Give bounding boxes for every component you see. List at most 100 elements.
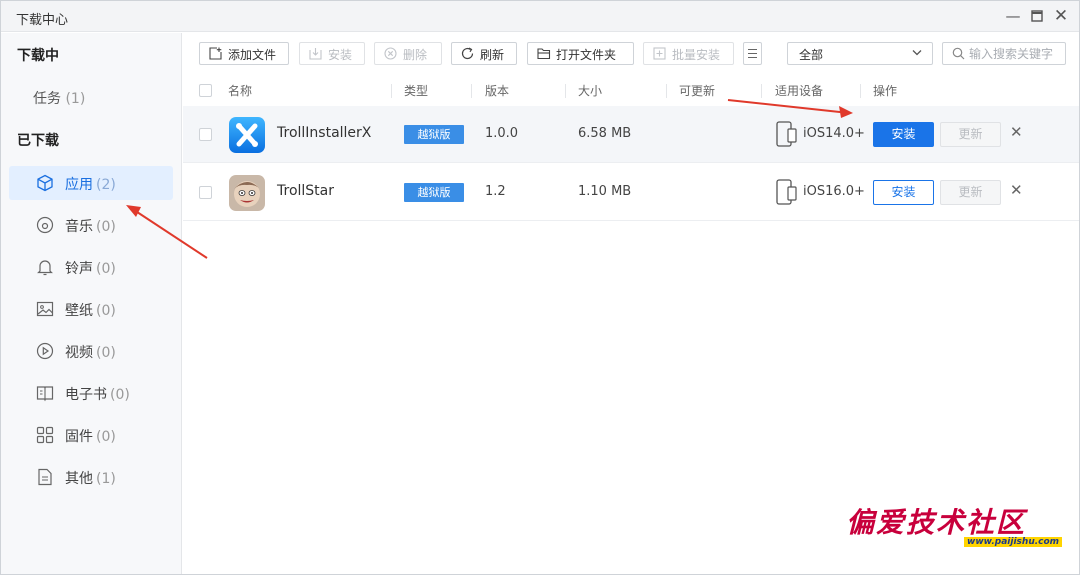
device-requirement: iOS14.0+ bbox=[803, 126, 865, 141]
update-app-button[interactable]: 更新 bbox=[940, 122, 1001, 147]
list-view-icon[interactable] bbox=[743, 42, 762, 65]
sidebar-item-apps[interactable]: 应用 (2) bbox=[9, 166, 173, 200]
column-divider bbox=[471, 84, 472, 98]
open-folder-button[interactable]: 打开文件夹 bbox=[527, 42, 634, 65]
app-version: 1.2 bbox=[485, 184, 506, 199]
device-requirement: iOS16.0+ bbox=[803, 184, 865, 199]
column-header-updatable: 可更新 bbox=[679, 84, 716, 98]
sidebar-item-count: (2) bbox=[96, 177, 116, 193]
row-checkbox[interactable] bbox=[199, 128, 212, 141]
add-file-button[interactable]: 添加文件 bbox=[199, 42, 289, 65]
chevron-down-icon bbox=[911, 46, 923, 58]
app-name: TrollInstallerX bbox=[277, 125, 372, 141]
delete-icon bbox=[384, 47, 397, 60]
downloaded-header: 已下载 bbox=[17, 133, 59, 149]
sidebar-item-label: 其他 bbox=[65, 471, 93, 487]
table-row[interactable]: TrollInstallerX 越狱版 1.0.0 6.58 MB iOS14.… bbox=[183, 106, 1079, 163]
sidebar-item-count: (0) bbox=[96, 429, 116, 445]
sidebar-item-music[interactable]: 音乐 (0) bbox=[9, 208, 173, 242]
filter-select-value: 全部 bbox=[799, 48, 824, 62]
bell-icon bbox=[36, 258, 54, 276]
remove-row-icon[interactable]: ✕ bbox=[1010, 123, 1023, 141]
maximize-icon[interactable] bbox=[1027, 6, 1047, 26]
search-input[interactable] bbox=[969, 45, 1063, 62]
file-icon bbox=[36, 468, 54, 486]
minimize-icon[interactable]: — bbox=[1003, 6, 1023, 26]
app-name: TrollStar bbox=[277, 183, 334, 199]
trollinstallerx-app-icon bbox=[229, 117, 265, 153]
watermark-title: 偏爱技术社区 bbox=[846, 506, 1027, 539]
watermark-url: www.paijishu.com bbox=[964, 537, 1063, 547]
sidebar-item-task[interactable]: 任务 (1) bbox=[33, 88, 85, 108]
title-bar: 下载中心 — ✕ bbox=[1, 1, 1079, 32]
batch-install-button[interactable]: 批量安装 bbox=[643, 42, 734, 65]
trollstar-app-icon bbox=[229, 175, 265, 211]
column-divider bbox=[565, 84, 566, 98]
watermark-logo: 偏爱技术社区 www.paijishu.com bbox=[846, 501, 1063, 557]
type-badge: 越狱版 bbox=[404, 183, 464, 202]
sidebar-item-label: 音乐 bbox=[65, 219, 93, 235]
app-version: 1.0.0 bbox=[485, 126, 519, 141]
refresh-icon bbox=[461, 47, 474, 60]
column-header-action: 操作 bbox=[873, 84, 898, 98]
delete-label: 删除 bbox=[403, 48, 428, 62]
table-row[interactable]: TrollStar 越狱版 1.2 1.10 MB iOS16.0+ 安装 更新… bbox=[183, 164, 1079, 221]
music-disc-icon bbox=[36, 216, 54, 234]
sidebar-item-label: 壁纸 bbox=[65, 303, 93, 319]
select-all-checkbox[interactable] bbox=[199, 84, 212, 97]
app-size: 1.10 MB bbox=[578, 184, 632, 199]
sidebar-item-label: 应用 bbox=[65, 177, 93, 193]
remove-row-icon[interactable]: ✕ bbox=[1010, 181, 1023, 199]
install-label: 安装 bbox=[328, 48, 353, 62]
search-box bbox=[942, 42, 1066, 65]
sidebar-item-videos[interactable]: 视频 (0) bbox=[9, 334, 173, 368]
cube-icon bbox=[36, 174, 54, 192]
install-app-button[interactable]: 安装 bbox=[873, 180, 934, 205]
phone-device-icon bbox=[775, 121, 797, 147]
sidebar-item-count: (0) bbox=[110, 387, 130, 403]
filter-select[interactable]: 全部 bbox=[787, 42, 933, 65]
sidebar-item-label: 固件 bbox=[65, 429, 93, 445]
install-button[interactable]: 安装 bbox=[299, 42, 365, 65]
phone-device-icon bbox=[775, 179, 797, 205]
search-icon bbox=[952, 47, 965, 60]
type-badge: 越狱版 bbox=[404, 125, 464, 144]
sidebar-item-count: (0) bbox=[96, 261, 116, 277]
grid-icon bbox=[36, 426, 54, 444]
sidebar-item-firmware[interactable]: 固件 (0) bbox=[9, 418, 173, 452]
column-header-device: 适用设备 bbox=[775, 84, 824, 98]
sidebar-item-label: 任务 bbox=[33, 91, 61, 107]
close-icon[interactable]: ✕ bbox=[1051, 6, 1071, 26]
sidebar-item-label: 视频 bbox=[65, 345, 93, 361]
download-center-window: 下载中心 — ✕ 下载中 任务 (1) 已下载 应用 (2) 音乐 (0) 铃声… bbox=[0, 0, 1080, 575]
column-divider bbox=[391, 84, 392, 98]
window-title: 下载中心 bbox=[16, 13, 69, 28]
column-divider bbox=[860, 84, 861, 98]
column-divider bbox=[761, 84, 762, 98]
sidebar-item-other[interactable]: 其他 (1) bbox=[9, 460, 173, 494]
column-divider bbox=[666, 84, 667, 98]
sidebar-item-count: (0) bbox=[96, 303, 116, 319]
sidebar-item-count: (1) bbox=[96, 471, 116, 487]
install-icon bbox=[309, 47, 322, 60]
column-header-size: 大小 bbox=[578, 84, 603, 98]
batch-install-label: 批量安装 bbox=[672, 48, 721, 62]
sidebar-item-label: 电子书 bbox=[65, 387, 107, 403]
toolbar: 添加文件 安装 删除 刷新 打开文件夹 批量安装 全部 bbox=[183, 33, 1079, 73]
sidebar-item-count: (0) bbox=[96, 345, 116, 361]
play-circle-icon bbox=[36, 342, 54, 360]
refresh-button[interactable]: 刷新 bbox=[451, 42, 517, 65]
row-checkbox[interactable] bbox=[199, 186, 212, 199]
sidebar-item-count: (0) bbox=[96, 219, 116, 235]
sidebar-item-ebooks[interactable]: 电子书 (0) bbox=[9, 376, 173, 410]
delete-button[interactable]: 删除 bbox=[374, 42, 442, 65]
add-file-icon bbox=[209, 47, 222, 60]
column-header-type: 类型 bbox=[404, 84, 429, 98]
update-app-button[interactable]: 更新 bbox=[940, 180, 1001, 205]
sidebar-item-wallpapers[interactable]: 壁纸 (0) bbox=[9, 292, 173, 326]
install-app-button[interactable]: 安装 bbox=[873, 122, 934, 147]
table-header: 名称 类型 版本 大小 可更新 适用设备 操作 bbox=[183, 75, 1079, 105]
folder-icon bbox=[537, 47, 551, 60]
sidebar-item-ringtones[interactable]: 铃声 (0) bbox=[9, 250, 173, 284]
sidebar-item-label: 铃声 bbox=[65, 261, 93, 277]
